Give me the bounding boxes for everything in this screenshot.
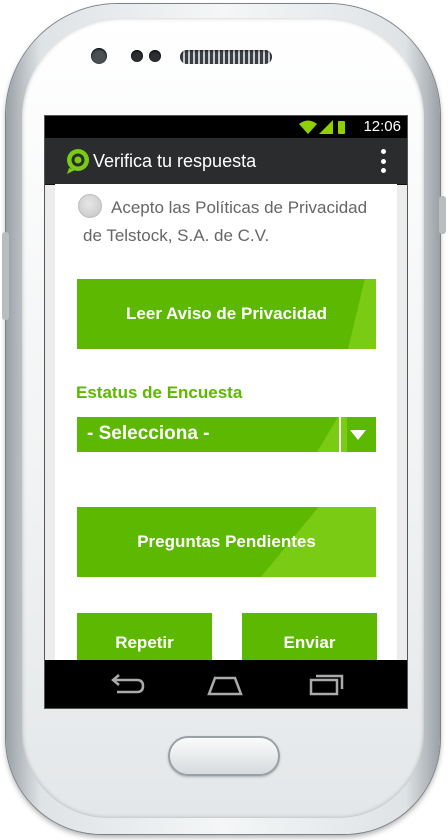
wifi-icon bbox=[299, 120, 317, 134]
survey-status-select[interactable]: - Selecciona - bbox=[77, 417, 376, 452]
earpiece-speaker bbox=[180, 50, 272, 64]
chevron-down-icon bbox=[350, 430, 366, 440]
select-divider bbox=[339, 417, 341, 452]
status-icons bbox=[299, 120, 345, 134]
proximity-sensor-icon bbox=[131, 50, 143, 62]
overflow-menu-icon[interactable] bbox=[379, 149, 387, 173]
send-label: Enviar bbox=[283, 633, 336, 652]
chat-bubble-logo-icon bbox=[67, 149, 89, 174]
repeat-label: Repetir bbox=[115, 633, 174, 652]
recents-icon[interactable] bbox=[307, 670, 347, 698]
pending-questions-button[interactable]: Preguntas Pendientes bbox=[77, 507, 376, 577]
page-title: Verifica tu respuesta bbox=[93, 151, 257, 171]
action-bar: Verifica tu respuesta bbox=[45, 138, 407, 185]
form-content: Acepto las Políticas de Privacidad de Te… bbox=[55, 184, 397, 668]
privacy-consent-label: Acepto las Políticas de Privacidad de Te… bbox=[83, 198, 368, 245]
hardware-home-button[interactable] bbox=[168, 736, 280, 776]
front-camera-icon bbox=[91, 48, 107, 64]
navigation-bar bbox=[45, 660, 407, 708]
read-privacy-notice-button[interactable]: Leer Aviso de Privacidad bbox=[77, 279, 376, 349]
power-key bbox=[439, 196, 446, 234]
volume-key bbox=[2, 232, 9, 320]
back-icon[interactable] bbox=[107, 670, 147, 698]
status-bar: 12:06 bbox=[45, 116, 407, 138]
survey-status-value: - Selecciona - bbox=[87, 423, 210, 444]
read-privacy-notice-label: Leer Aviso de Privacidad bbox=[126, 304, 327, 323]
privacy-consent-radio[interactable] bbox=[78, 194, 102, 218]
status-clock: 12:06 bbox=[363, 118, 401, 135]
light-sensor-icon bbox=[149, 50, 161, 62]
phone-screen: 12:06 Verifica tu respuesta Acepto las P… bbox=[45, 116, 407, 708]
signal-icon bbox=[319, 120, 333, 134]
home-icon[interactable] bbox=[205, 670, 245, 698]
survey-status-label: Estatus de Encuesta bbox=[76, 383, 243, 402]
pending-questions-label: Preguntas Pendientes bbox=[137, 532, 316, 551]
battery-icon bbox=[338, 121, 345, 134]
